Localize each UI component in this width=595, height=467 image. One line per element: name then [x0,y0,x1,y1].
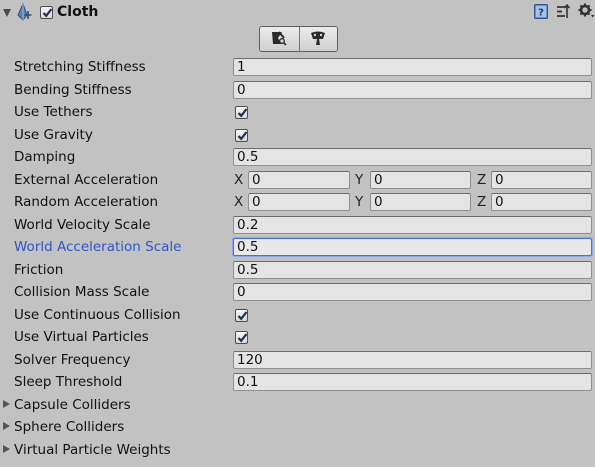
random-acceleration-y-field[interactable]: 0 [370,193,471,211]
damping-label: Damping [14,149,76,165]
cloth-self-collision-icon [311,31,326,45]
damping-field[interactable]: 0.5 [233,148,592,166]
virtual-particle-weights-label: Virtual Particle Weights [14,442,171,458]
use-virtual-particles-checkbox[interactable] [235,331,248,344]
use-gravity-label: Use Gravity [14,127,93,143]
use-continuous-collision-label: Use Continuous Collision [14,307,181,323]
world-velocity-scale-label: World Velocity Scale [14,217,151,233]
preset-icon[interactable] [556,3,571,19]
virtual-particle-weights-foldout[interactable]: Virtual Particle Weights [0,441,200,459]
help-icon[interactable]: ? [534,4,548,19]
bending-stiffness-field[interactable]: 0 [233,81,592,99]
external-acceleration-x-label: X [234,172,244,188]
use-tethers-checkbox[interactable] [235,106,248,119]
friction-label: Friction [14,262,64,278]
external-acceleration-label: External Acceleration [14,172,159,188]
edit-constraints-button[interactable] [260,27,299,51]
collision-mass-scale-label: Collision Mass Scale [14,284,150,300]
foldout-arrow-expanded-icon[interactable] [3,9,11,17]
random-acceleration-z-field[interactable]: 0 [491,193,592,211]
use-gravity-checkbox[interactable] [235,129,248,142]
stretching-stiffness-label: Stretching Stiffness [14,59,146,75]
external-acceleration-z-field[interactable]: 0 [491,171,592,189]
gear-icon[interactable] [578,3,595,19]
use-continuous-collision-checkbox[interactable] [235,309,248,322]
edit-collision-particles-button[interactable] [298,27,337,51]
cloth-component-icon [16,2,34,21]
external-acceleration-y-label: Y [355,172,364,188]
capsule-colliders-foldout[interactable]: Capsule Colliders [0,396,200,414]
component-header: Cloth ? [0,0,595,24]
random-acceleration-x-field[interactable]: 0 [248,193,350,211]
world-acceleration-scale-field[interactable]: 0.5 [233,238,592,256]
use-tethers-label: Use Tethers [14,104,93,120]
world-velocity-scale-field[interactable]: 0.2 [233,216,592,234]
sleep-threshold-label: Sleep Threshold [14,374,123,390]
bending-stiffness-label: Bending Stiffness [14,82,132,98]
random-acceleration-y-label: Y [355,194,364,210]
sleep-threshold-field[interactable]: 0.1 [233,373,592,391]
random-acceleration-x-label: X [234,194,244,210]
stretching-stiffness-field[interactable]: 1 [233,58,592,76]
solver-frequency-field[interactable]: 120 [233,351,592,369]
external-acceleration-x-field[interactable]: 0 [248,171,350,189]
foldout-arrow-collapsed-icon [3,422,10,430]
friction-field[interactable]: 0.5 [233,261,592,279]
external-acceleration-z-label: Z [477,172,487,188]
collision-mass-scale-field[interactable]: 0 [233,283,592,301]
random-acceleration-z-label: Z [477,194,487,210]
solver-frequency-label: Solver Frequency [14,352,131,368]
cloth-vertex-icon [272,31,287,46]
edit-toolbar [259,26,338,52]
external-acceleration-y-field[interactable]: 0 [370,171,471,189]
component-title: Cloth [57,4,99,20]
foldout-arrow-collapsed-icon [3,445,10,453]
random-acceleration-label: Random Acceleration [14,194,159,210]
use-virtual-particles-label: Use Virtual Particles [14,329,149,345]
foldout-arrow-collapsed-icon [3,400,10,408]
component-enabled-checkbox[interactable] [40,6,53,19]
capsule-colliders-label: Capsule Colliders [14,397,131,413]
sphere-colliders-label: Sphere Colliders [14,419,125,435]
world-acceleration-scale-label: World Acceleration Scale [14,239,182,255]
sphere-colliders-foldout[interactable]: Sphere Colliders [0,418,200,436]
svg-text:?: ? [538,8,544,19]
